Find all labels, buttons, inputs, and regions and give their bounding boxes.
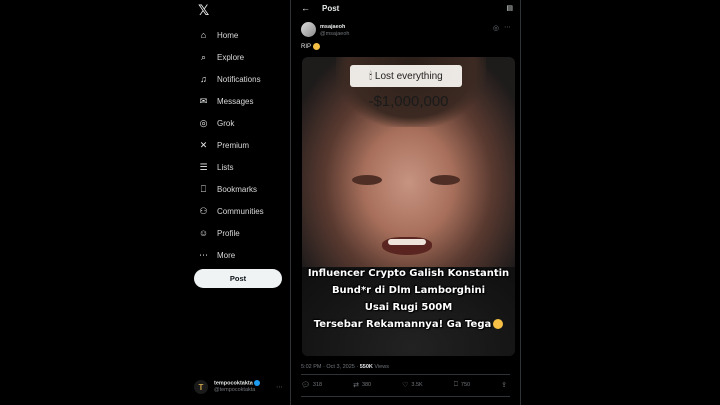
more-dots-icon[interactable]: ⋯ [276,383,283,391]
author-name[interactable]: msajaeoh [320,24,345,30]
sidebar-item-label: Explore [217,52,245,62]
divider [301,396,510,397]
sidebar-item-label: Notifications [217,74,261,84]
like-count: 3.5K [411,382,423,388]
primary-nav: ⌂ Home ⌕ Explore ♫ Notifications ✉ Messages ◎ Gro… [198,24,288,266]
grok-icon: ◎ [199,117,208,128]
post-text: RIP [301,43,321,51]
account-switcher[interactable]: T tempocoktakta @tempocoktakta ⋯ [194,378,286,396]
sidebar-item-label: Grok [217,118,235,128]
media-eye [430,175,460,185]
more-circle-icon: ⋯ [199,249,208,260]
views-label: Views [374,364,389,370]
sidebar-item-label: Communities [217,206,264,216]
post-text-content: RIP [301,44,312,51]
reader-icon[interactable]: ▤ [506,4,513,12]
sidebar-item-label: Lists [217,162,234,172]
more-dots-icon[interactable]: ⋯ [504,23,511,31]
account-name: tempocoktakta [214,380,253,387]
post-meta: 5:02 PM · Oct 3, 2025 · 550K Views [301,364,389,370]
post-actions: 💬︎ 318 ⇄ 380 ♡ 3.5K ⎕ 750 ⇪ [301,379,510,391]
caption-line: Influencer Crypto Galish Konstantin [307,268,510,279]
divider [301,374,510,375]
post-column: ← Post ▤ msajaeoh @msajaeoh ◎ ⋯ RIP 🕯 Lo… [291,0,520,405]
sidebar-item-messages[interactable]: ✉ Messages [198,90,288,112]
sidebar-item-lists[interactable]: ☰ Lists [198,156,288,178]
sidebar-item-more[interactable]: ⋯ More [198,244,288,266]
search-icon: ⌕ [200,51,207,62]
repost-icon: ⇄ [353,382,359,389]
x-logo-icon[interactable]: 𝕏 [198,2,209,19]
post-time[interactable]: 5:02 PM [301,364,321,370]
heart-icon: ♡ [402,382,409,389]
sidebar-item-label: Bookmarks [217,184,258,194]
like-button[interactable]: ♡ 3.5K [402,381,423,389]
account-handle: @tempocoktakta [214,387,256,394]
lost-everything-badge: 🕯 Lost everything [350,65,462,87]
grok-icon[interactable]: ◎ [493,24,499,32]
sidebar-item-label: Home [217,30,239,40]
sidebar-item-label: Premium [217,140,250,150]
share-button[interactable]: ⇪ [501,381,510,389]
repost-button[interactable]: ⇄ 380 [353,381,371,389]
sidebar-item-label: More [217,250,236,260]
sidebar-item-notifications[interactable]: ♫ Notifications [198,68,288,90]
author-handle[interactable]: @msajaeoh [320,31,349,37]
sidebar-item-label: Profile [217,228,240,238]
loss-amount: -$1,000,000 [368,93,449,110]
sidebar-item-home[interactable]: ⌂ Home [198,24,288,46]
media-eye [352,175,382,185]
sidebar-item-explore[interactable]: ⌕ Explore [198,46,288,68]
left-sidebar: 𝕏 ⌂ Home ⌕ Explore ♫ Notifications ✉ Messages ◎ G… [190,0,290,405]
column-divider [520,0,521,405]
share-icon: ⇪ [501,382,507,389]
person-icon: ☺ [198,228,209,238]
sidebar-item-communities[interactable]: ⚇ Communities [198,200,288,222]
reply-button[interactable]: 💬︎ 318 [301,381,322,389]
media-caption: Influencer Crypto Galish Konstantin Bund… [302,265,515,333]
reply-icon: 💬︎ [301,382,310,389]
pleading-face-icon [493,319,504,329]
bell-icon: ♫ [200,74,207,84]
post-button[interactable]: Post [194,269,282,288]
page-title: Post [322,4,340,13]
list-icon: ☰ [199,161,208,172]
sidebar-item-profile[interactable]: ☺ Profile [198,222,288,244]
bookmark-button[interactable]: ⎕ 750 [454,381,470,389]
bookmark-icon: ⎕ [200,183,207,194]
sidebar-item-grok[interactable]: ◎ Grok [198,112,288,134]
sidebar-item-premium[interactable]: ✕ Premium [198,134,288,156]
post-media[interactable]: 🕯 Lost everything -$1,000,000 Influencer… [302,57,515,356]
repost-count: 380 [361,382,372,388]
post-author: msajaeoh @msajaeoh ◎ ⋯ [301,22,513,40]
caption-line: Bund*r di Dlm Lamborghini [331,285,486,296]
post-date[interactable]: Oct 3, 2025 [326,364,354,370]
back-arrow-icon[interactable]: ← [301,3,310,13]
bookmark-count: 750 [460,382,471,388]
people-icon: ⚇ [199,205,208,216]
caption-line: Usai Rugi 500M [364,302,453,313]
avatar: T [194,380,208,394]
verified-badge-icon [253,379,260,386]
views-count: 550K [359,364,373,370]
reply-count: 318 [312,382,323,388]
x-premium-icon: ✕ [199,139,208,150]
account-names: tempocoktakta @tempocoktakta [214,379,276,394]
caption-line: Tersebar Rekamannya! Ga Tega [313,319,492,330]
crying-face-icon [313,43,321,50]
media-teeth [388,239,426,245]
author-avatar[interactable] [301,22,316,37]
sidebar-item-label: Messages [217,96,254,106]
home-icon: ⌂ [200,30,207,40]
sidebar-item-bookmarks[interactable]: ⎕ Bookmarks [198,178,288,200]
mail-icon: ✉ [199,95,208,106]
post-header: ← Post ▤ [291,0,520,18]
bookmark-icon: ⎕ [453,381,458,388]
caption-line-last: Tersebar Rekamannya! Ga Tega [302,316,515,333]
